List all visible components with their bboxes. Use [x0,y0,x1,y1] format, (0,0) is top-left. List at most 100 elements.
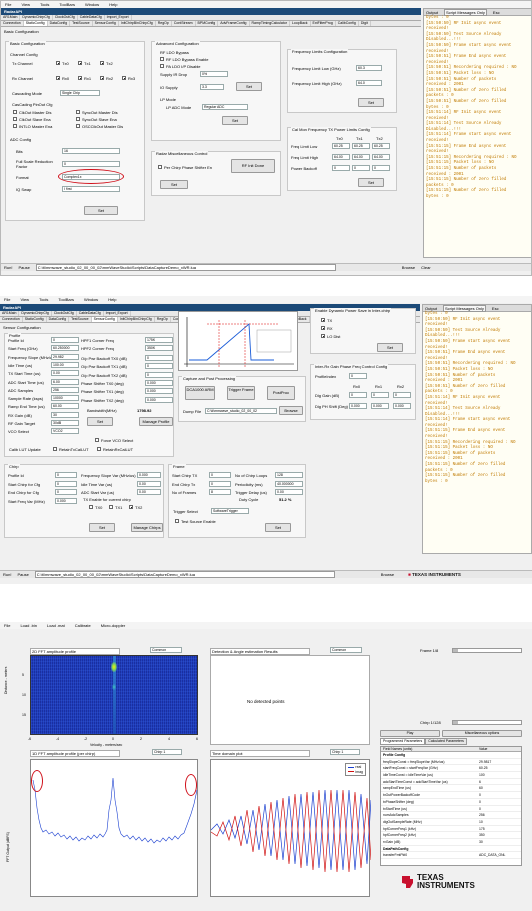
advanced-set-button-2[interactable]: Set [222,116,248,125]
params-row[interactable]: adcStartTimeConst = adcStartTimeVar (us)… [381,779,521,786]
tab-cabledata[interactable]: CableDataCfg [77,311,104,316]
frame-set-button[interactable]: Set [265,523,291,532]
tab-testsource[interactable]: TestSource [69,317,92,322]
tab-import-export[interactable]: Import_Export [105,15,132,20]
fullscale-select[interactable]: 0 [62,161,120,167]
tab-connection[interactable]: Connection [1,21,24,26]
force-vco-checkbox[interactable] [95,438,99,442]
hpf1-select[interactable]: 175K [145,337,173,343]
calmon-low-tx1[interactable]: 60.25 [352,143,370,149]
profile-field-input[interactable]: 60.250000 [51,345,79,352]
tab-import-export[interactable]: Import_Export [104,311,131,316]
freq-low-input[interactable]: 60.3 [356,65,382,71]
tab-regop[interactable]: RegOp [156,21,172,26]
menu-view[interactable]: View [21,2,30,7]
tab-loopback[interactable]: LoopBack [290,21,311,26]
chirp-slider[interactable] [452,720,522,725]
tab-staticconfig[interactable]: StaticConfig [23,317,47,322]
chirp-field-input[interactable]: 0 [55,480,77,487]
params-row[interactable]: rampEndTime (us) 60 [381,785,521,793]
frame-var-input[interactable]: 128 [275,472,303,478]
tab-initchirp[interactable]: InitChirpBinChirpCfg [119,21,156,26]
tab-sensorconfig[interactable]: SensorConfig [91,317,118,322]
advanced-set-button-1[interactable]: Set [236,82,262,91]
menu-toolbars[interactable]: ToolBars [58,297,74,302]
chirp-tx1-checkbox[interactable] [109,505,113,509]
params-row[interactable]: DataPathConfig [381,846,521,853]
chirp-tx0-checkbox[interactable] [89,505,93,509]
calmon-high-tx0[interactable]: 64.00 [332,154,350,160]
tab-calibconfig[interactable]: CalibConfig [336,21,359,26]
pinout-3-checkbox[interactable] [76,117,80,121]
backoff-field-input[interactable]: 0.000 [145,379,173,386]
bottom-menu-load-mat[interactable]: Load .mat [47,623,65,628]
menu-file[interactable]: File [4,297,10,302]
calmon-high-tx1[interactable]: 64.00 [352,154,370,160]
rf-ldo-enable-checkbox[interactable] [160,57,164,61]
iqswap-select[interactable]: I first [62,186,120,192]
script-path[interactable]: C:\ti\mmwave_studio_02_00_00_02\mmWaveSt… [35,264,336,271]
supply-drop-select[interactable]: 0% [200,71,228,77]
freq-limit-set-button[interactable]: Set [358,98,384,107]
frame-slider-thumb[interactable] [453,649,458,652]
profile-field-input[interactable]: 100.00 [51,361,79,368]
calmon-low-tx2[interactable]: 60.25 [372,143,390,149]
params-row[interactable]: transferFmtPkt0 ADC_DATA_ONL [381,852,521,859]
plot3-select[interactable]: Chirp 1 [152,749,182,755]
tab-cabledata[interactable]: CableDataCfg [78,15,105,20]
plot4-select[interactable]: Chirp 1 [330,749,360,755]
calmon-set-button[interactable]: Set [358,178,384,187]
rx1-checkbox[interactable] [78,76,82,80]
chirp-var-input[interactable]: 0.00 [137,480,161,487]
profile-field-input[interactable]: 0 [51,337,79,343]
frame-var-input[interactable]: 0.00 [275,489,303,495]
profile-index-input[interactable]: 0 [349,373,367,379]
calmon-backoff-tx0[interactable]: 0 [332,165,350,171]
rx0-checkbox[interactable] [56,76,60,80]
tab-staticconfig[interactable]: StaticConfig [23,21,48,26]
dig-gain-rx1[interactable]: 0 [371,392,389,398]
tx2-checkbox[interactable] [100,61,104,65]
backoff-field-input[interactable]: 0.000 [145,396,173,403]
plot1-select[interactable]: Common [150,647,182,653]
script-messages-toggle[interactable]: Script Messages Only [444,9,487,16]
calmon-backoff-tx1[interactable]: 0 [352,165,370,171]
params-row[interactable]: Profile Config [381,752,521,759]
rx3-checkbox[interactable] [122,76,126,80]
dig-phase-rx0[interactable]: 0.000 [349,403,367,409]
backoff-field-input[interactable]: 0.000 [145,388,173,395]
postproc-button[interactable]: PostProc [267,386,295,400]
params-row[interactable]: hpfCornerFreq1 (kHz) 175 [381,826,521,833]
calmon-low-tx0[interactable]: 60.25 [332,143,350,149]
pa-ldo-checkbox[interactable] [160,64,164,68]
retain-rx-checkbox[interactable] [97,447,101,451]
profile-field-input[interactable]: 60.00 [51,403,79,410]
bottom-menu-microdoppler[interactable]: Micro-doppler [101,623,125,628]
dump-browse-button[interactable]: Browse [279,406,303,415]
manage-chirps-button[interactable]: Manage Chirps [131,523,163,532]
chirp-set-button[interactable]: Set [89,523,115,532]
pause-button[interactable]: Pause [18,265,29,270]
freq-high-input[interactable]: 64.0 [356,80,382,86]
tab-clockout[interactable]: ClockOutCfg [52,311,77,316]
rf-init-done-button[interactable]: RF Init Done [231,159,275,173]
pinout-5-checkbox[interactable] [76,124,80,128]
tab-bpmconfig[interactable]: BPMConfig [196,21,219,26]
chirp-field-input[interactable]: 0 [55,489,77,495]
esc-button[interactable]: Esc [493,10,500,15]
menu-toolbars[interactable]: ToolBars [59,2,75,7]
params-row[interactable]: txStartTime (us) 0 [381,806,521,813]
tab-advframe[interactable]: AdvFrameConfig [218,21,250,26]
chirp-field-input[interactable]: 0.000 [55,497,77,504]
tab-dataconfig[interactable]: DataConfig [47,317,70,322]
manage-profile-button[interactable]: Manage Profile [139,417,173,426]
tab-ar1main[interactable]: AR1Main [1,15,21,20]
menu-tools[interactable]: Tools [40,2,49,7]
tab-clockout[interactable]: ClockOutCfg [53,15,78,20]
params-row[interactable]: digOutSampleRate (MHz) 10 [381,819,521,826]
pinout-2-checkbox[interactable] [13,117,17,121]
profile-field-input[interactable]: 0.00 [51,370,79,377]
profile-field-input[interactable]: VCO2 [51,428,79,435]
chirp-field-input[interactable]: 0 [55,472,77,478]
basic-set-button[interactable]: Set [84,206,118,215]
